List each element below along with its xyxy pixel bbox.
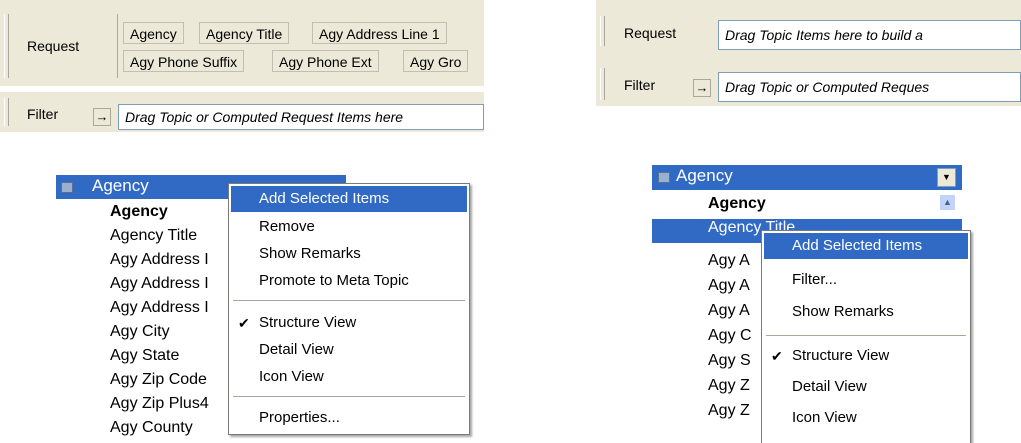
topic-header[interactable]: Agency ▼ xyxy=(652,165,962,190)
filter-label: Filter xyxy=(624,77,656,93)
menu-item-label: Detail View xyxy=(792,378,867,395)
menu-item-label: Promote to Meta Topic xyxy=(259,272,409,289)
list-item[interactable]: Agency xyxy=(708,195,766,213)
list-item[interactable]: Agy A xyxy=(708,302,750,320)
list-item[interactable]: Agy Zip Code xyxy=(110,371,207,389)
menu-item-promote[interactable]: Promote to Meta Topic xyxy=(231,268,467,294)
scroll-up-icon[interactable]: ▲ xyxy=(939,194,956,211)
request-chip[interactable]: Agy Address Line 1 xyxy=(312,22,447,44)
list-item[interactable]: Agy C xyxy=(708,327,752,345)
menu-item-label: Structure View xyxy=(792,347,890,364)
dropdown-icon[interactable]: ▼ xyxy=(937,168,956,187)
list-item[interactable]: Agency xyxy=(110,203,168,221)
menu-item-label: Add Selected Items xyxy=(792,237,923,254)
list-item[interactable]: Agy Z xyxy=(708,377,750,395)
filter-drop-zone[interactable]: Drag Topic or Computed Request Items her… xyxy=(118,104,484,130)
menu-item-label: Remove xyxy=(259,218,315,235)
menu-item-label: Icon View xyxy=(792,409,857,426)
menu-item-structure-view[interactable]: ✔ Structure View xyxy=(764,343,968,369)
menu-item-icon-view[interactable]: Icon View xyxy=(231,364,467,390)
filter-arrow-button[interactable]: → xyxy=(93,108,111,126)
menu-item-label: Icon View xyxy=(259,368,324,385)
left-screenshot-panel: Request Agency Agency Title Agy Address … xyxy=(0,0,484,443)
request-chip[interactable]: Agy Phone Ext xyxy=(272,50,379,72)
divider xyxy=(117,14,118,78)
list-item[interactable]: Agy Zip Plus4 xyxy=(110,395,209,413)
list-item[interactable]: Agy Address I xyxy=(110,275,209,293)
filter-grip[interactable] xyxy=(4,98,9,126)
menu-item-label: Structure View xyxy=(259,314,357,331)
list-item[interactable]: Agy Address I xyxy=(110,251,209,269)
menu-item-filter[interactable]: Filter... xyxy=(764,267,968,293)
menu-item-label: Filter... xyxy=(792,271,838,288)
context-menu: Add Selected Items Filter... Show Remark… xyxy=(761,230,971,443)
filter-drop-zone[interactable]: Drag Topic or Computed Reques xyxy=(718,72,1021,102)
check-icon: ✔ xyxy=(238,315,250,331)
list-item[interactable]: Agency Title xyxy=(110,227,197,245)
menu-item-icon-view[interactable]: Icon View xyxy=(764,405,968,431)
list-item[interactable]: Agy A xyxy=(708,277,750,295)
menu-item-label: Show Remarks xyxy=(259,245,361,262)
list-item[interactable]: Agy Z xyxy=(708,402,750,420)
list-item[interactable]: Agy State xyxy=(110,347,179,365)
request-chip[interactable]: Agency xyxy=(123,22,184,44)
topic-title: Agency xyxy=(676,166,733,185)
list-item[interactable]: Agy County xyxy=(110,419,193,437)
request-chip[interactable]: Agy Phone Suffix xyxy=(123,50,245,72)
filter-arrow-button[interactable]: → xyxy=(693,79,711,97)
menu-item-label: Add Selected Items xyxy=(259,190,390,207)
list-item[interactable]: Agy Address I xyxy=(110,299,209,317)
right-screenshot-panel: Request Drag Topic Items here to build a… xyxy=(596,0,1021,443)
filter-label: Filter xyxy=(27,106,59,122)
request-label: Request xyxy=(27,38,80,54)
filter-grip[interactable] xyxy=(600,68,605,100)
menu-item-detail-view[interactable]: Detail View xyxy=(764,374,968,400)
request-chip[interactable]: Agy Gro xyxy=(403,50,469,72)
table-icon xyxy=(61,182,73,193)
request-grip[interactable] xyxy=(600,16,605,46)
menu-separator xyxy=(233,396,465,397)
check-icon: ✔ xyxy=(771,348,783,364)
menu-item-structure-view[interactable]: ✔ Structure View xyxy=(231,310,467,336)
menu-item-label: Show Remarks xyxy=(792,303,894,320)
menu-item-add-selected[interactable]: Add Selected Items xyxy=(764,233,968,259)
menu-item-remove[interactable]: Remove xyxy=(231,214,467,240)
request-drop-zone[interactable]: Drag Topic Items here to build a xyxy=(718,20,1021,50)
list-item[interactable]: Agy A xyxy=(708,252,750,270)
topic-title: Agency xyxy=(92,176,149,195)
menu-separator xyxy=(766,335,966,336)
request-label: Request xyxy=(624,25,677,41)
menu-item-show-remarks[interactable]: Show Remarks xyxy=(764,299,968,325)
menu-item-label: Detail View xyxy=(259,341,334,358)
list-item[interactable]: Agy City xyxy=(110,323,170,341)
context-menu: Add Selected Items Remove Show Remarks P… xyxy=(228,183,470,435)
list-item[interactable]: Agy S xyxy=(708,352,751,370)
menu-item-label: Properties... xyxy=(259,409,340,426)
menu-item-show-remarks[interactable]: Show Remarks xyxy=(231,241,467,267)
request-grip[interactable] xyxy=(4,14,9,78)
menu-separator xyxy=(233,300,465,301)
request-chip[interactable]: Agency Title xyxy=(199,22,290,44)
menu-item-add-selected[interactable]: Add Selected Items xyxy=(231,186,467,212)
menu-item-detail-view[interactable]: Detail View xyxy=(231,337,467,363)
table-icon xyxy=(658,172,670,183)
menu-item-properties[interactable]: Properties... xyxy=(231,405,467,431)
